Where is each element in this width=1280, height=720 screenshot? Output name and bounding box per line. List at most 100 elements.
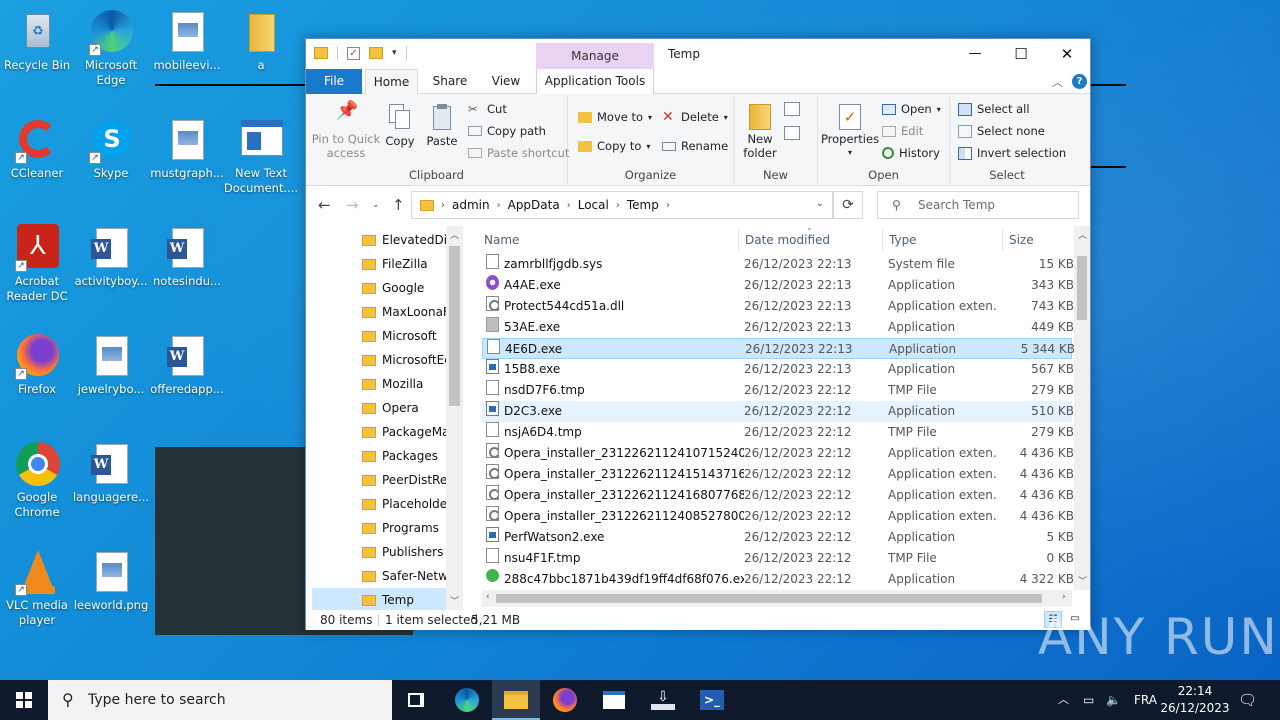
file-row[interactable]: nsjA6D4.tmp 26/12/2023 22:12 TMP File 279 K… <box>482 422 1074 443</box>
help-icon[interactable]: ? <box>1072 74 1087 89</box>
breadcrumb-local[interactable]: Local <box>578 198 609 212</box>
maximize-button[interactable]: ☐ <box>998 39 1044 69</box>
nav-item[interactable]: Temp <box>312 588 446 612</box>
file-row[interactable]: A4AE.exe 26/12/2023 22:13 Application 343 K… <box>482 275 1074 296</box>
column-header-type[interactable]: Type <box>889 226 917 254</box>
tab-file[interactable]: File <box>306 69 362 94</box>
file-row[interactable]: PerfWatson2.exe 26/12/2023 22:12 Applicati… <box>482 527 1074 548</box>
nav-item[interactable]: Publishers <box>362 540 446 564</box>
easy-access-icon[interactable] <box>784 126 800 140</box>
taskbar-search-input[interactable]: ⚲ Type here to search <box>48 680 392 720</box>
forward-button[interactable]: → <box>346 196 359 214</box>
copy-to-button[interactable]: Copy to ▾ <box>578 139 650 153</box>
nav-scrollbar[interactable]: ︿ ﹀ <box>446 226 463 610</box>
file-scroll-thumb[interactable] <box>1077 256 1087 320</box>
new-item-icon[interactable] <box>784 102 800 116</box>
file-row[interactable]: Opera_installer_2312262112415143716.dll 2… <box>482 464 1074 485</box>
nav-item[interactable]: MicrosoftEc <box>362 348 446 372</box>
up-button[interactable]: ↑ <box>392 196 405 214</box>
file-row[interactable]: 15B8.exe 26/12/2023 22:13 Application 567 K… <box>482 359 1074 380</box>
file-row[interactable]: Opera_installer_2312262112408527800.dll 2… <box>482 506 1074 527</box>
show-hidden-icons[interactable]: ︿ <box>1058 680 1069 720</box>
column-header-date[interactable]: Date modified <box>745 226 830 254</box>
input-language[interactable]: FRA <box>1134 680 1157 720</box>
back-button[interactable]: ← <box>318 196 331 214</box>
clock[interactable]: 22:14 26/12/2023 <box>1160 683 1230 717</box>
title-bar[interactable]: ✓ ▾ Manage Temp — ☐ ✕ <box>306 39 1090 69</box>
search-input[interactable]: ⚲ Search Temp <box>877 191 1079 219</box>
taskbar-edge[interactable] <box>443 680 491 720</box>
desktop-icon-chrome[interactable]: Google Chrome <box>0 440 76 520</box>
scroll-up-icon[interactable]: ︿ <box>1078 228 1087 241</box>
file-row[interactable]: D2C3.exe 26/12/2023 22:12 Application 510 K… <box>482 401 1074 422</box>
column-divider[interactable] <box>738 228 739 252</box>
horizontal-scrollbar[interactable]: ‹ › <box>482 590 1072 607</box>
taskbar-firefox[interactable] <box>541 680 589 720</box>
new-folder-button[interactable]: New folder <box>740 104 780 160</box>
nav-item[interactable]: Packages <box>362 444 446 468</box>
pin-to-quick-access-button[interactable]: 📌 Pin to Quick access <box>310 102 382 161</box>
refresh-button[interactable]: ⟳ <box>833 191 863 219</box>
nav-item[interactable]: Programs <box>362 516 446 540</box>
desktop-icon-ccleaner[interactable]: ↗ CCleaner <box>0 116 76 181</box>
desktop-icon-folder-a[interactable]: a <box>222 8 300 73</box>
taskbar-app-window[interactable] <box>590 680 638 720</box>
file-row[interactable]: 4E6D.exe 26/12/2023 22:13 Application 5 344… <box>482 338 1075 359</box>
new-folder-icon[interactable] <box>369 47 383 59</box>
invert-selection-button[interactable]: Invert selection <box>958 146 1066 160</box>
breadcrumb-appdata[interactable]: AppData <box>508 198 560 212</box>
notification-icon[interactable]: 🗨 <box>1238 680 1257 720</box>
file-scrollbar[interactable]: ︿ ﹀ <box>1074 226 1090 590</box>
nav-item[interactable]: Placeholder <box>362 492 446 516</box>
address-bar[interactable]: › admin › AppData › Local › Temp › ⌄ <box>411 191 833 219</box>
properties-button[interactable]: ✓ Properties ▾ <box>820 104 880 160</box>
file-row[interactable]: 288c47bbc1871b439df19ff4df68f076.exe 26/1… <box>482 569 1074 590</box>
column-divider[interactable] <box>1002 228 1003 252</box>
collapse-ribbon-icon[interactable]: ︿ <box>1052 74 1063 90</box>
column-divider[interactable] <box>882 228 883 252</box>
paste-shortcut-button[interactable]: Paste shortcut <box>468 146 569 160</box>
nav-item[interactable]: MaxLoonaF <box>362 300 446 324</box>
tab-home[interactable]: Home <box>365 69 418 95</box>
scroll-up-icon[interactable]: ︿ <box>450 228 459 241</box>
properties-icon[interactable]: ✓ <box>347 46 360 60</box>
desktop-icon-new-text-document[interactable]: New Text Document.... <box>222 116 300 196</box>
rename-button[interactable]: Rename <box>662 139 728 153</box>
nav-item[interactable]: Google <box>362 276 446 300</box>
desktop-icon-offeredapp[interactable]: W offeredapp... <box>148 332 226 397</box>
nav-item[interactable]: ElevatedDia <box>362 228 446 252</box>
customize-qat-icon[interactable]: ▾ <box>392 48 397 58</box>
open-button[interactable]: Open ▾ <box>882 102 941 116</box>
file-row[interactable]: nsdD7F6.tmp 26/12/2023 22:12 TMP File 279 K… <box>482 380 1074 401</box>
file-row[interactable]: zamrbllfjgdb.sys 26/12/2023 22:13 System f… <box>482 254 1074 275</box>
copy-path-button[interactable]: Copy path <box>468 124 546 138</box>
desktop-icon-jewelrybo[interactable]: jewelrybo... <box>72 332 150 397</box>
select-all-button[interactable]: Select all <box>958 102 1030 116</box>
desktop-icon-vlc[interactable]: ↗ VLC media player <box>0 548 76 628</box>
taskbar-file-explorer[interactable] <box>492 680 540 720</box>
scroll-down-icon[interactable]: ﹀ <box>1078 574 1087 587</box>
breadcrumb-admin[interactable]: admin <box>452 198 490 212</box>
taskbar-installer[interactable]: ⇩ <box>639 680 687 720</box>
task-view-button[interactable] <box>392 680 440 720</box>
scroll-left-icon[interactable]: ‹ <box>486 592 490 602</box>
network-icon[interactable]: ▭ <box>1083 680 1094 720</box>
file-row[interactable]: Protect544cd51a.dll 26/12/2023 22:13 Appli… <box>482 296 1074 317</box>
taskbar-powershell[interactable]: >_ <box>688 680 736 720</box>
desktop-icon-skype[interactable]: S ↗ Skype <box>72 116 150 181</box>
select-none-button[interactable]: Select none <box>958 124 1045 138</box>
recent-locations-icon[interactable]: ⌄ <box>372 200 380 210</box>
history-button[interactable]: History <box>882 146 940 160</box>
copy-button[interactable]: Copy <box>382 104 418 148</box>
desktop-icon-acrobat[interactable]: ⅄ ↗ Acrobat Reader DC <box>0 224 76 304</box>
nav-item[interactable]: Microsoft <box>362 324 446 348</box>
desktop-icon-edge[interactable]: ↗ Microsoft Edge <box>72 8 150 88</box>
desktop-icon-firefox[interactable]: ↗ Firefox <box>0 332 76 397</box>
nav-item[interactable]: Mozilla <box>362 372 446 396</box>
start-button[interactable] <box>0 680 48 720</box>
move-to-button[interactable]: Move to ▾ <box>578 110 652 124</box>
nav-item[interactable]: Opera <box>362 396 446 420</box>
breadcrumb-temp[interactable]: Temp <box>627 198 659 212</box>
edit-button[interactable]: Edit <box>882 124 923 138</box>
nav-item[interactable]: PackageMa <box>362 420 446 444</box>
